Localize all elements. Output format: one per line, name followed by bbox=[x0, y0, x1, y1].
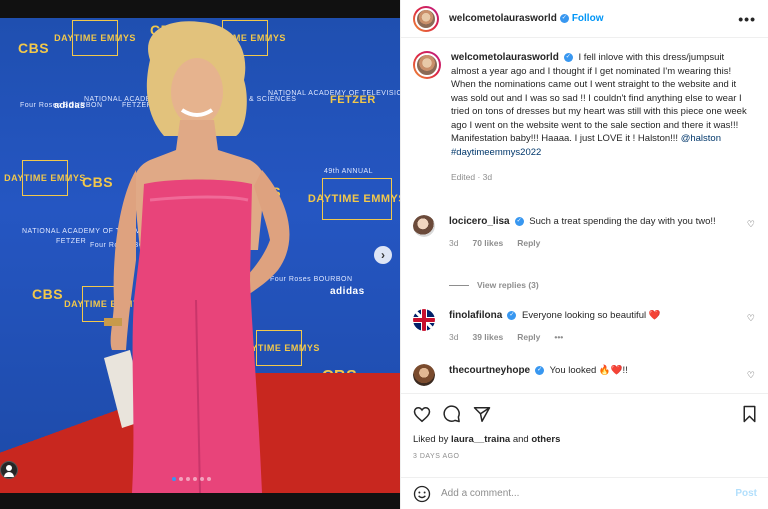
comment-item: thecourtneyhope ✓ You looked 🔥❤️!! ♡ bbox=[413, 364, 763, 386]
more-options-icon[interactable]: ••• bbox=[738, 11, 756, 27]
comment-item: locicero_lisa ✓ Such a treat spending the… bbox=[413, 215, 763, 250]
comment-likes-count[interactable]: 39 likes bbox=[472, 331, 503, 345]
comment-text: Such a treat spending the day with you t… bbox=[529, 216, 716, 227]
verified-badge-icon: ✓ bbox=[514, 216, 524, 226]
commenter-avatar[interactable] bbox=[413, 364, 435, 386]
like-comment-heart-icon[interactable]: ♡ bbox=[747, 370, 755, 381]
carousel-dots bbox=[172, 477, 211, 481]
comment-likes-count[interactable]: 70 likes bbox=[472, 237, 503, 251]
liked-by-and: and bbox=[512, 434, 529, 445]
liked-by-line: Liked by laura__traina and others bbox=[413, 434, 757, 445]
comment-age: 3d bbox=[449, 237, 459, 248]
edited-label: Edited · 3d bbox=[451, 172, 493, 182]
post-comment-button[interactable]: Post bbox=[735, 488, 757, 499]
photo-letterbox-bottom bbox=[0, 493, 400, 509]
liked-by-user[interactable]: laura__traina bbox=[451, 434, 510, 445]
post-timestamp: 3 DAYS AGO bbox=[413, 453, 460, 460]
comment-more-icon[interactable]: ••• bbox=[554, 331, 563, 345]
author-avatar[interactable] bbox=[413, 5, 439, 32]
author-username[interactable]: welcometolaurasworld bbox=[449, 13, 557, 24]
reply-button[interactable]: Reply bbox=[517, 237, 540, 251]
follow-button[interactable]: Follow bbox=[572, 13, 604, 24]
carousel-dot bbox=[207, 477, 211, 481]
comments-list[interactable]: welcometolaurasworld ✓ I fell inlove with… bbox=[401, 39, 768, 392]
carousel-dot bbox=[179, 477, 183, 481]
hashtag-link[interactable]: #daytimeemmys2022 bbox=[451, 147, 541, 158]
woman-in-pink-dress bbox=[104, 21, 290, 493]
post-caption: welcometolaurasworld ✓ I fell inlove with… bbox=[413, 51, 763, 185]
like-comment-heart-icon[interactable]: ♡ bbox=[747, 313, 755, 324]
caption-text: I fell inlove with this dress/jumpsuit a… bbox=[451, 52, 747, 144]
comment-text: You looked 🔥❤️!! bbox=[549, 365, 628, 376]
add-comment-bar: Add a comment... Post bbox=[401, 477, 768, 509]
emoji-icon[interactable] bbox=[413, 485, 431, 503]
carousel-dot bbox=[193, 477, 197, 481]
liked-by-prefix: Liked by bbox=[413, 434, 449, 445]
view-replies-button[interactable]: View replies (3) bbox=[449, 280, 539, 290]
like-comment-heart-icon[interactable]: ♡ bbox=[747, 219, 755, 230]
post-actions: Liked by laura__traina and others 3 DAYS… bbox=[401, 393, 768, 460]
view-replies-label: View replies (3) bbox=[477, 280, 539, 290]
comment-meta: 3d 70 likes Reply bbox=[449, 237, 749, 251]
comment-text: Everyone looking so beautiful ❤️ bbox=[521, 310, 661, 321]
commenter-username[interactable]: finolafilona bbox=[449, 310, 502, 321]
share-paper-plane-icon[interactable] bbox=[473, 406, 491, 423]
verified-badge-icon: ✓ bbox=[559, 14, 569, 23]
caption-meta: Edited · 3d bbox=[451, 171, 751, 185]
replies-divider-line bbox=[449, 284, 469, 286]
verified-badge-icon: ✓ bbox=[535, 365, 545, 375]
liked-by-others[interactable]: others bbox=[531, 434, 560, 445]
verified-badge-icon: ✓ bbox=[563, 52, 573, 62]
verified-badge-icon: ✓ bbox=[507, 310, 517, 320]
commenter-avatar[interactable] bbox=[413, 309, 435, 331]
comment-item: finolafilona ✓ Everyone looking so beauti… bbox=[413, 309, 763, 344]
comment-meta: 3d 39 likes Reply ••• bbox=[449, 331, 749, 345]
save-bookmark-icon[interactable] bbox=[742, 405, 757, 423]
commenter-username[interactable]: locicero_lisa bbox=[449, 216, 510, 227]
commenter-username[interactable]: thecourtneyhope bbox=[449, 365, 530, 376]
next-slide-button[interactable]: › bbox=[374, 246, 392, 264]
tagged-users-icon[interactable] bbox=[0, 461, 18, 479]
reply-button[interactable]: Reply bbox=[517, 331, 540, 345]
like-heart-icon[interactable] bbox=[413, 406, 431, 423]
comment-bubble-icon[interactable] bbox=[443, 405, 461, 423]
add-comment-input[interactable]: Add a comment... bbox=[441, 488, 519, 499]
post-photo[interactable]: CBS DAYTIME EMMYS CBS DAYTIME EMMYS FETZ… bbox=[0, 0, 400, 509]
carousel-dot bbox=[200, 477, 204, 481]
post-header: welcometolaurasworld ✓ Follow ••• bbox=[401, 0, 768, 38]
carousel-dot bbox=[186, 477, 190, 481]
comment-age: 3d bbox=[449, 331, 459, 342]
mention-link[interactable]: @halston bbox=[681, 133, 721, 144]
caption-username[interactable]: welcometolaurasworld bbox=[451, 52, 559, 63]
caption-avatar[interactable] bbox=[413, 51, 441, 79]
post-sidebar: welcometolaurasworld ✓ Follow ••• welcom… bbox=[400, 0, 768, 509]
carousel-dot-active bbox=[172, 477, 176, 481]
commenter-avatar[interactable] bbox=[413, 215, 435, 237]
